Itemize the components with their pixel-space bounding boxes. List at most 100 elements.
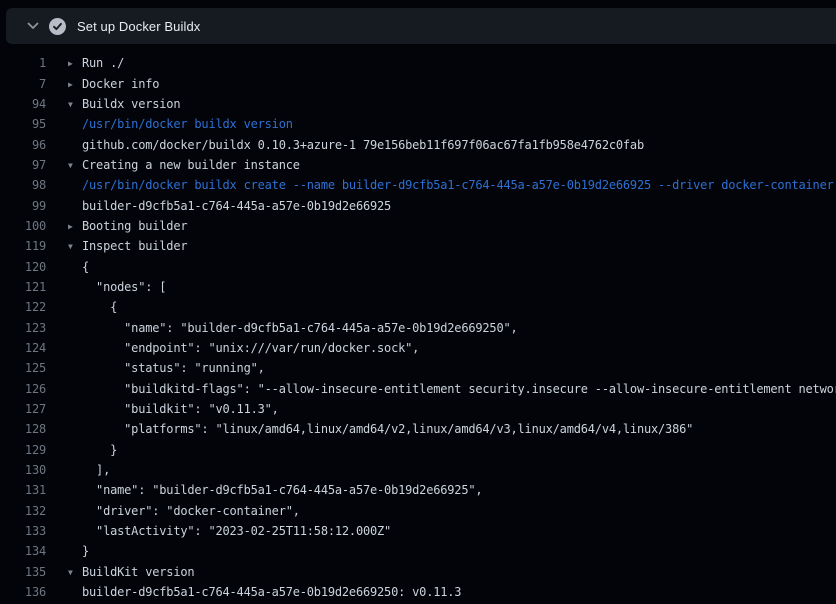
log-line: 124 "endpoint": "unix:///var/run/docker.…: [0, 338, 836, 358]
line-number[interactable]: 132: [0, 504, 46, 518]
log-output-text: "name": "builder-d9cfb5a1-c764-445a-a57e…: [68, 483, 482, 497]
log-group-toggle[interactable]: ▼Inspect builder: [68, 239, 187, 253]
log-line: 123 "name": "builder-d9cfb5a1-c764-445a-…: [0, 317, 836, 337]
log-output-text: "nodes": [: [68, 280, 166, 294]
triangle-right-icon[interactable]: ▶: [68, 59, 82, 68]
log-line: 128 "platforms": "linux/amd64,linux/amd6…: [0, 419, 836, 439]
log-line: 133 "lastActivity": "2023-02-25T11:58:12…: [0, 521, 836, 541]
log-output-text: "name": "builder-d9cfb5a1-c764-445a-a57e…: [68, 321, 518, 335]
chevron-down-icon[interactable]: [26, 19, 40, 33]
log-group-title: Creating a new builder instance: [82, 158, 300, 172]
line-number[interactable]: 129: [0, 443, 46, 457]
log-line: 122 {: [0, 297, 836, 317]
log-line: 1 ▶Run ./: [0, 53, 836, 73]
line-number[interactable]: 126: [0, 382, 46, 396]
log-line: 120 {: [0, 256, 836, 276]
log-line: 130 ],: [0, 460, 836, 480]
line-number[interactable]: 127: [0, 402, 46, 416]
log-line: 119 ▼Inspect builder: [0, 236, 836, 256]
log-output-text: {: [68, 260, 89, 274]
line-number[interactable]: 122: [0, 300, 46, 314]
log-output-text: ],: [68, 463, 110, 477]
line-number[interactable]: 133: [0, 524, 46, 538]
line-number[interactable]: 130: [0, 463, 46, 477]
line-number[interactable]: 97: [0, 158, 46, 172]
log-output-text: "status": "running",: [68, 361, 265, 375]
log-line: 132 "driver": "docker-container",: [0, 501, 836, 521]
log-line: 129 }: [0, 440, 836, 460]
log-group-toggle[interactable]: ▼Creating a new builder instance: [68, 158, 300, 172]
line-number[interactable]: 121: [0, 280, 46, 294]
log-output-text: "platforms": "linux/amd64,linux/amd64/v2…: [68, 422, 693, 436]
log-group-title: Booting builder: [82, 219, 187, 233]
log-output-text: "buildkitd-flags": "--allow-insecure-ent…: [68, 382, 836, 396]
log-container: 1▶Run ./7▶Docker info94▼Buildx version95…: [0, 44, 836, 602]
log-group-toggle[interactable]: ▼Buildx version: [68, 97, 180, 111]
log-line: 127 "buildkit": "v0.11.3",: [0, 399, 836, 419]
log-line: 125 "status": "running",: [0, 358, 836, 378]
line-number[interactable]: 99: [0, 199, 46, 213]
log-output-text: builder-d9cfb5a1-c764-445a-a57e-0b19d2e6…: [68, 585, 461, 599]
log-group-toggle[interactable]: ▼BuildKit version: [68, 565, 194, 579]
log-output-text: builder-d9cfb5a1-c764-445a-a57e-0b19d2e6…: [68, 199, 391, 213]
log-line: 126 "buildkitd-flags": "--allow-insecure…: [0, 379, 836, 399]
log-command-text: /usr/bin/docker buildx create --name bui…: [68, 178, 834, 192]
log-output-text: "buildkit": "v0.11.3",: [68, 402, 279, 416]
line-number[interactable]: 1: [0, 56, 46, 70]
line-number[interactable]: 95: [0, 117, 46, 131]
triangle-down-icon[interactable]: ▼: [68, 161, 82, 170]
line-number[interactable]: 135: [0, 565, 46, 579]
log-output-text: "driver": "docker-container",: [68, 504, 300, 518]
log-group-title: Inspect builder: [82, 239, 187, 253]
line-number[interactable]: 123: [0, 321, 46, 335]
line-number[interactable]: 136: [0, 585, 46, 599]
line-number[interactable]: 125: [0, 361, 46, 375]
log-line: 135 ▼BuildKit version: [0, 562, 836, 582]
log-output-text: "lastActivity": "2023-02-25T11:58:12.000…: [68, 524, 391, 538]
log-group-toggle[interactable]: ▶Docker info: [68, 77, 159, 91]
log-group-title: Run ./: [82, 56, 124, 70]
step-title: Set up Docker Buildx: [77, 19, 200, 34]
line-number[interactable]: 100: [0, 219, 46, 233]
line-number[interactable]: 96: [0, 138, 46, 152]
log-line: 121 "nodes": [: [0, 277, 836, 297]
triangle-down-icon[interactable]: ▼: [68, 100, 82, 109]
log-group-toggle[interactable]: ▶Run ./: [68, 56, 124, 70]
step-header[interactable]: Set up Docker Buildx: [6, 8, 836, 44]
line-number[interactable]: 98: [0, 178, 46, 192]
log-line: 96 github.com/docker/buildx 0.10.3+azure-…: [0, 134, 836, 154]
log-line: 136 builder-d9cfb5a1-c764-445a-a57e-0b19d…: [0, 582, 836, 602]
log-output-text: "endpoint": "unix:///var/run/docker.sock…: [68, 341, 419, 355]
log-line: 99 builder-d9cfb5a1-c764-445a-a57e-0b19d2…: [0, 195, 836, 215]
line-number[interactable]: 119: [0, 239, 46, 253]
log-output-text: {: [68, 300, 117, 314]
line-number[interactable]: 131: [0, 483, 46, 497]
check-circle-icon: [49, 18, 66, 35]
log-output-text: }: [68, 443, 117, 457]
line-number[interactable]: 7: [0, 77, 46, 91]
line-number[interactable]: 94: [0, 97, 46, 111]
log-line: 95/usr/bin/docker buildx version: [0, 114, 836, 134]
log-output-text: }: [68, 544, 89, 558]
log-line: 100 ▶Booting builder: [0, 216, 836, 236]
log-command-text: /usr/bin/docker buildx version: [68, 117, 293, 131]
line-number[interactable]: 134: [0, 544, 46, 558]
log-line: 98/usr/bin/docker buildx create --name b…: [0, 175, 836, 195]
line-number[interactable]: 128: [0, 422, 46, 436]
log-line: 94 ▼Buildx version: [0, 94, 836, 114]
log-group-title: BuildKit version: [82, 565, 194, 579]
log-line: 134}: [0, 541, 836, 561]
triangle-down-icon[interactable]: ▼: [68, 568, 82, 577]
log-group-title: Buildx version: [82, 97, 180, 111]
triangle-down-icon[interactable]: ▼: [68, 242, 82, 251]
log-group-title: Docker info: [82, 77, 159, 91]
line-number[interactable]: 124: [0, 341, 46, 355]
log-output-text: github.com/docker/buildx 0.10.3+azure-1 …: [68, 138, 644, 152]
log-line: 7 ▶Docker info: [0, 73, 836, 93]
log-line: 131 "name": "builder-d9cfb5a1-c764-445a-…: [0, 480, 836, 500]
triangle-right-icon[interactable]: ▶: [68, 222, 82, 231]
line-number[interactable]: 120: [0, 260, 46, 274]
log-group-toggle[interactable]: ▶Booting builder: [68, 219, 187, 233]
log-line: 97 ▼Creating a new builder instance: [0, 155, 836, 175]
triangle-right-icon[interactable]: ▶: [68, 80, 82, 89]
